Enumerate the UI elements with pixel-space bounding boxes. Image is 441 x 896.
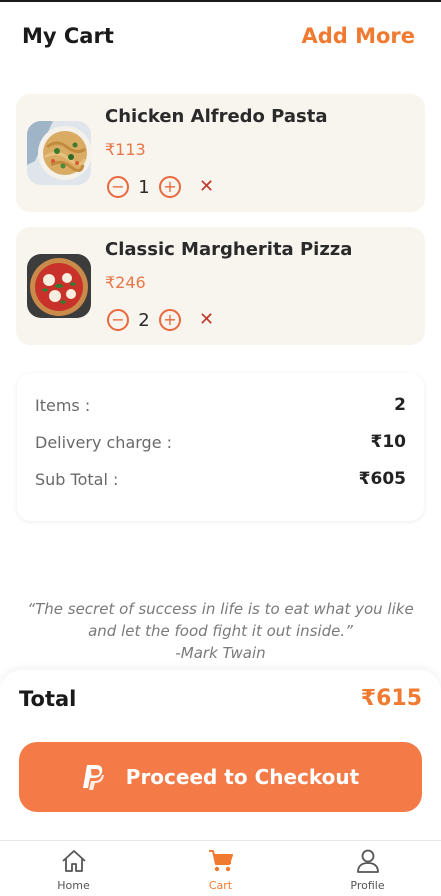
nav-profile-label: Profile <box>350 879 385 892</box>
item-price: ₹246 <box>105 273 146 292</box>
pizza-thumbnail <box>27 254 91 318</box>
total-row: Total ₹615 <box>19 686 422 711</box>
pasta-thumbnail <box>27 121 91 185</box>
top-border <box>0 0 441 2</box>
delivery-value: ₹10 <box>370 432 407 452</box>
cart-item: Chicken Alfredo Pasta ₹113 − 1 + ✕ <box>16 94 425 212</box>
cart-icon <box>208 849 234 877</box>
order-summary: Items : 2 Delivery charge : ₹10 Sub Tota… <box>17 373 424 521</box>
nav-profile[interactable]: Profile <box>313 841 423 896</box>
paypal-icon <box>82 763 106 791</box>
subtotal-value: ₹605 <box>358 469 406 489</box>
food-quote: “The secret of success in life is to eat… <box>20 598 421 664</box>
decrease-button[interactable]: − <box>107 309 129 331</box>
nav-home[interactable]: Home <box>19 841 129 896</box>
item-name: Chicken Alfredo Pasta <box>105 106 328 127</box>
quantity-stepper: − 2 + ✕ <box>107 309 214 331</box>
quantity-value: 1 <box>138 176 150 198</box>
cart-item: Classic Margherita Pizza ₹246 − 2 + ✕ <box>16 227 425 345</box>
header: My Cart Add More <box>22 24 415 48</box>
quote-text: “The secret of success in life is to eat… <box>27 600 414 640</box>
quantity-value: 2 <box>138 309 150 331</box>
total-value: ₹615 <box>360 686 422 711</box>
profile-icon <box>355 849 381 877</box>
decrease-button[interactable]: − <box>107 176 129 198</box>
summary-row-items: Items : 2 <box>35 395 406 415</box>
nav-cart-label: Cart <box>208 879 233 892</box>
total-label: Total <box>19 686 77 711</box>
increase-button[interactable]: + <box>159 176 181 198</box>
minus-icon: − <box>111 177 125 196</box>
delivery-label: Delivery charge : <box>35 432 173 452</box>
bottom-navigation: Home Cart Profile <box>0 840 441 896</box>
nav-home-label: Home <box>57 879 90 892</box>
total-panel: Total ₹615 Proceed to Checkout <box>0 670 441 840</box>
home-icon <box>61 849 87 877</box>
remove-button[interactable]: ✕ <box>199 311 214 329</box>
proceed-to-checkout-button[interactable]: Proceed to Checkout <box>19 742 422 812</box>
close-icon: ✕ <box>199 309 215 330</box>
plus-icon: + <box>163 310 177 329</box>
quote-author: -Mark Twain <box>175 644 266 662</box>
close-icon: ✕ <box>199 176 215 197</box>
items-label: Items : <box>35 395 91 415</box>
plus-icon: + <box>163 177 177 196</box>
page-title: My Cart <box>22 24 114 48</box>
increase-button[interactable]: + <box>159 309 181 331</box>
item-price: ₹113 <box>105 140 146 159</box>
summary-row-subtotal: Sub Total : ₹605 <box>35 469 406 489</box>
remove-button[interactable]: ✕ <box>199 178 214 196</box>
summary-row-delivery: Delivery charge : ₹10 <box>35 432 406 452</box>
item-name: Classic Margherita Pizza <box>105 239 353 260</box>
items-value: 2 <box>394 395 406 415</box>
quantity-stepper: − 1 + ✕ <box>107 176 214 198</box>
minus-icon: − <box>111 310 125 329</box>
subtotal-label: Sub Total : <box>35 469 119 489</box>
checkout-label: Proceed to Checkout <box>125 765 360 789</box>
nav-cart[interactable]: Cart <box>166 841 276 896</box>
add-more-button[interactable]: Add More <box>301 24 415 48</box>
